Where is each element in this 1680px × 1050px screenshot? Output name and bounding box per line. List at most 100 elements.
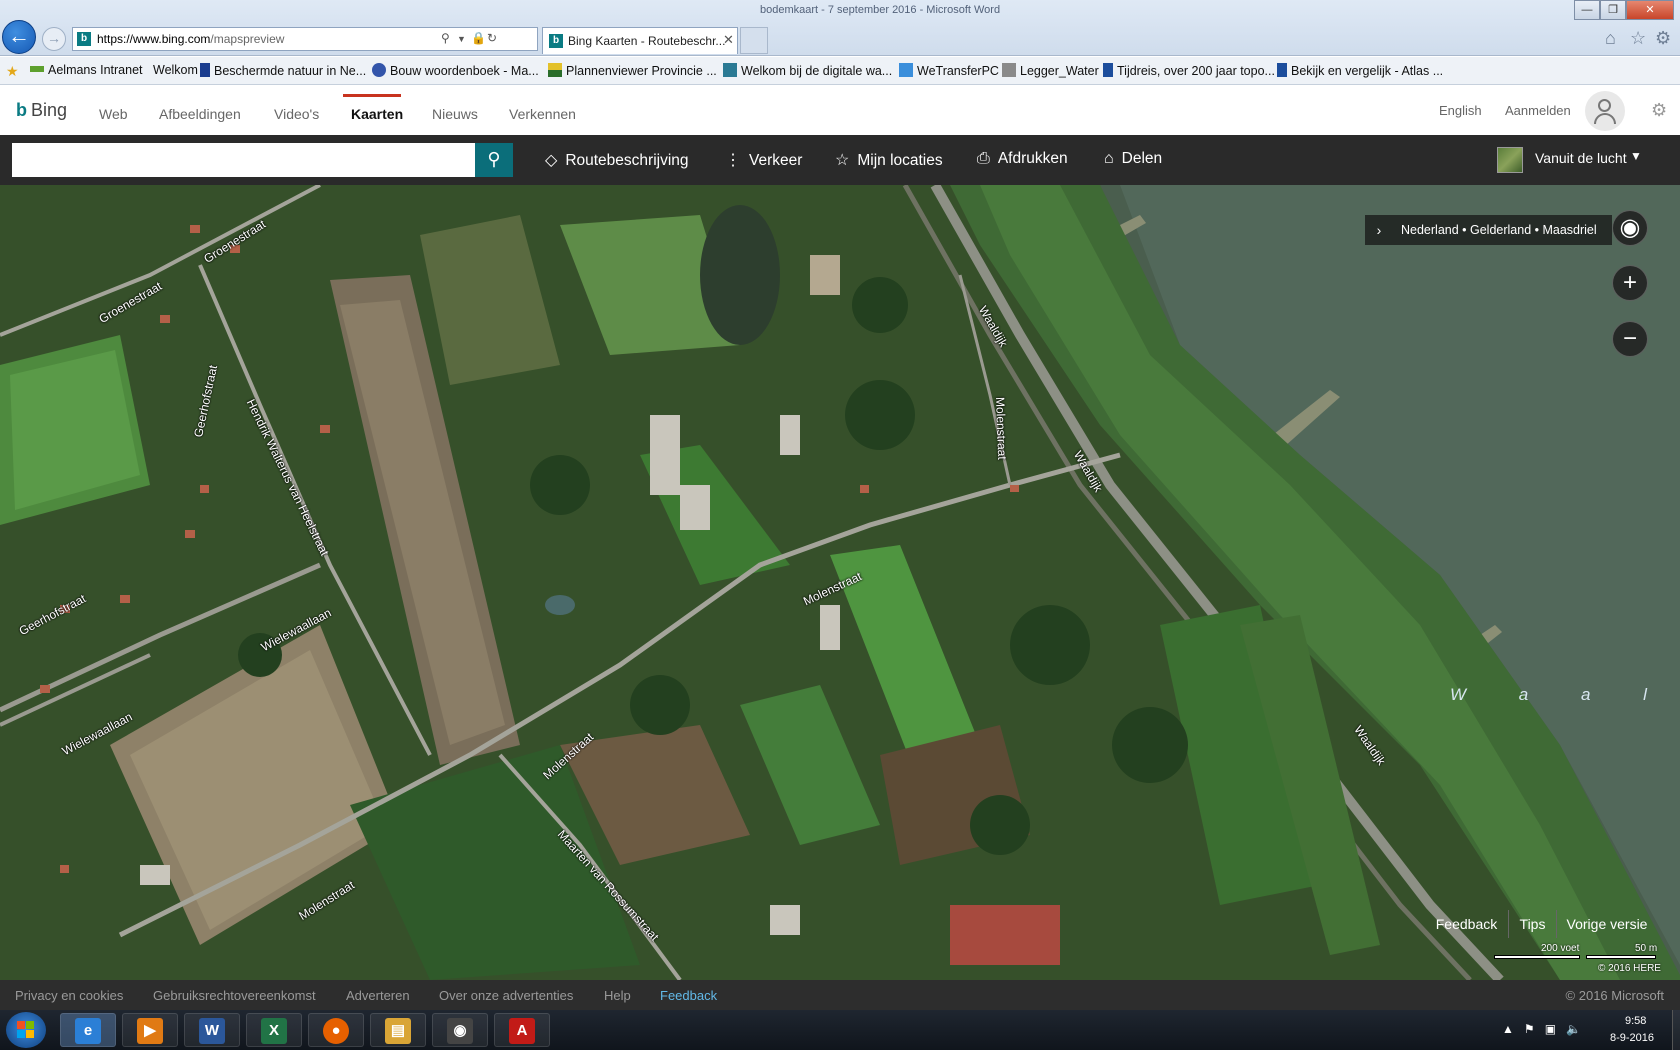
share-button[interactable]: ⌂ Delen bbox=[1104, 150, 1162, 168]
tips-button[interactable]: Tips bbox=[1509, 910, 1557, 938]
favorite-tijdreis[interactable]: Tijdreis, over 200 jaar topo... bbox=[1103, 63, 1275, 78]
nav-videos[interactable]: Video's bbox=[274, 106, 319, 122]
traffic-light-icon: ⋮ bbox=[725, 152, 741, 169]
aerial-map[interactable]: Groenestraat Groenestraat Geerhofstraat … bbox=[0, 185, 1680, 980]
footer-feedback-link[interactable]: Feedback bbox=[660, 988, 717, 1003]
directions-button[interactable]: ◇ Routebeschrijving bbox=[545, 150, 689, 170]
maps-toolbar: ⚲ ◇ Routebeschrijving ⋮ Verkeer ☆ Mijn loca… bbox=[0, 135, 1680, 185]
user-icon bbox=[1598, 99, 1611, 112]
favorite-welkom[interactable]: Welkom bbox=[153, 63, 198, 77]
show-desktop-button[interactable] bbox=[1672, 1010, 1680, 1050]
favorites-star-icon[interactable]: ☆ bbox=[1630, 28, 1646, 49]
taskbar-internet-explorer[interactable]: e bbox=[60, 1013, 116, 1047]
natuur-icon bbox=[200, 63, 210, 77]
home-icon[interactable]: ⌂ bbox=[1605, 28, 1616, 49]
microsoft-copyright: © 2016 Microsoft bbox=[1565, 988, 1664, 1003]
favorite-plannenviewer[interactable]: Plannenviewer Provincie ... bbox=[548, 63, 717, 78]
advertise-link[interactable]: Adverteren bbox=[346, 988, 410, 1003]
forward-button[interactable]: → bbox=[42, 27, 66, 51]
close-window-button[interactable]: ✕ bbox=[1626, 0, 1674, 20]
share-icon: ⌂ bbox=[1104, 150, 1114, 167]
tab-bing-maps[interactable]: b Bing Kaarten - Routebeschr... ✕ bbox=[542, 27, 738, 54]
maximize-button[interactable]: ❐ bbox=[1600, 0, 1626, 20]
scale-bar bbox=[1586, 955, 1656, 959]
taskbar-firefox[interactable]: ● bbox=[308, 1013, 364, 1047]
breadcrumb-text[interactable]: Nederland • Gelderland • Maasdriel bbox=[1401, 223, 1597, 237]
taskbar-acrobat[interactable]: A bbox=[494, 1013, 550, 1047]
bing-favicon-icon: b bbox=[77, 32, 91, 46]
locate-me-button[interactable]: ◉ bbox=[1612, 210, 1648, 246]
nav-afbeeldingen[interactable]: Afbeeldingen bbox=[159, 106, 241, 122]
taskbar-explorer[interactable]: ▤ bbox=[370, 1013, 426, 1047]
address-bar[interactable]: b https://www.bing.com/mapspreview ⚲ ▼ 🔒… bbox=[72, 27, 538, 51]
zoom-in-button[interactable]: + bbox=[1612, 265, 1648, 301]
chevron-right-icon[interactable]: › bbox=[1365, 215, 1393, 245]
favorite-legger-water[interactable]: Legger_Water bbox=[1002, 63, 1099, 78]
tools-gear-icon[interactable]: ⚙ bbox=[1655, 28, 1671, 49]
nav-kaarten[interactable]: Kaarten bbox=[351, 106, 403, 122]
location-breadcrumb[interactable]: › Nederland • Gelderland • Maasdriel bbox=[1365, 215, 1612, 245]
previous-version-button[interactable]: Vorige versie bbox=[1557, 910, 1657, 938]
about-ads-link[interactable]: Over onze advertenties bbox=[439, 988, 573, 1003]
favorite-wetransfer[interactable]: WeTransferPC bbox=[899, 63, 999, 78]
taskbar-media-player[interactable]: ▶ bbox=[122, 1013, 178, 1047]
favorite-bouw-woordenboek[interactable]: Bouw woordenboek - Ma... bbox=[372, 63, 539, 78]
language-link[interactable]: English bbox=[1439, 103, 1482, 118]
favorite-atlas[interactable]: Bekijk en vergelijk - Atlas ... bbox=[1277, 63, 1443, 78]
bing-logo[interactable]: b Bing bbox=[16, 100, 67, 121]
signin-link[interactable]: Aanmelden bbox=[1505, 103, 1571, 118]
windows-logo-icon bbox=[17, 1021, 25, 1029]
nav-nieuws[interactable]: Nieuws bbox=[432, 106, 478, 122]
atlas-icon bbox=[1277, 63, 1287, 77]
help-link[interactable]: Help bbox=[604, 988, 631, 1003]
close-tab-icon[interactable]: ✕ bbox=[723, 32, 734, 48]
map-search-input[interactable] bbox=[12, 143, 475, 177]
word-icon: W bbox=[199, 1018, 225, 1044]
locate-icon: ◉ bbox=[1619, 214, 1641, 241]
search-button[interactable]: ⚲ bbox=[475, 143, 513, 177]
aelmans-icon bbox=[30, 66, 44, 72]
favorite-digitale-waterschap[interactable]: Welkom bij de digitale wa... bbox=[723, 63, 892, 78]
taskbar-excel[interactable]: X bbox=[246, 1013, 302, 1047]
refresh-icon[interactable]: ↻ bbox=[487, 31, 497, 45]
search-icon[interactable]: ⚲ bbox=[441, 31, 450, 45]
privacy-link[interactable]: Privacy en cookies bbox=[15, 988, 123, 1003]
bing-header: b Bing Web Afbeeldingen Video's Kaarten N… bbox=[0, 86, 1680, 135]
start-button[interactable] bbox=[6, 1012, 46, 1048]
minimize-button[interactable]: — bbox=[1574, 0, 1600, 20]
map-feedback-button[interactable]: Feedback bbox=[1425, 910, 1509, 938]
acrobat-icon: A bbox=[509, 1018, 535, 1044]
back-button[interactable]: ← bbox=[2, 20, 36, 54]
address-url[interactable]: https://www.bing.com/mapspreview bbox=[97, 32, 284, 46]
map-style-selector[interactable]: Vanuit de lucht bbox=[1535, 150, 1627, 166]
my-places-button[interactable]: ☆ Mijn locaties bbox=[835, 150, 943, 170]
lock-icon[interactable]: 🔒 bbox=[471, 31, 486, 45]
nav-web[interactable]: Web bbox=[99, 106, 128, 122]
clock-time[interactable]: 9:58 bbox=[1625, 1015, 1646, 1027]
avatar[interactable] bbox=[1585, 91, 1625, 131]
clock-date[interactable]: 8-9-2016 bbox=[1610, 1032, 1654, 1044]
chevron-down-icon[interactable]: ▼ bbox=[1630, 149, 1642, 163]
new-tab-button[interactable] bbox=[740, 27, 768, 54]
terms-link[interactable]: Gebruiksrechtovereenkomst bbox=[153, 988, 316, 1003]
firefox-icon: ● bbox=[323, 1018, 349, 1044]
favorites-star-icon[interactable]: ★ bbox=[6, 63, 23, 79]
print-button[interactable]: ⎙ Afdrukken bbox=[977, 150, 1068, 168]
map-copyright: © 2016 HERE bbox=[1598, 963, 1661, 974]
favorite-beschermde-natuur[interactable]: Beschermde natuur in Ne... bbox=[200, 63, 366, 78]
dropdown-icon[interactable]: ▼ bbox=[457, 34, 466, 44]
nav-verkennen[interactable]: Verkennen bbox=[509, 106, 576, 122]
taskbar-word[interactable]: W bbox=[184, 1013, 240, 1047]
favorite-aelmans[interactable]: Aelmans Intranet bbox=[30, 63, 143, 77]
taskbar-sound-app[interactable]: ◉ bbox=[432, 1013, 488, 1047]
bing-favicon-icon: b bbox=[549, 34, 563, 48]
aerial-view-thumbnail[interactable] bbox=[1497, 147, 1523, 173]
window-title: bodemkaart - 7 september 2016 - Microsof… bbox=[760, 4, 1001, 16]
bing-logo-icon: b bbox=[16, 100, 27, 120]
zoom-out-button[interactable]: − bbox=[1612, 321, 1648, 357]
active-nav-underline bbox=[343, 94, 401, 97]
settings-gear-icon[interactable]: ⚙ bbox=[1651, 100, 1667, 121]
browser-titlebar: bodemkaart - 7 september 2016 - Microsof… bbox=[0, 0, 1680, 56]
system-tray[interactable]: ▲ ⚑ ▣ 🔈 bbox=[1502, 1022, 1581, 1036]
traffic-button[interactable]: ⋮ Verkeer bbox=[725, 150, 802, 170]
